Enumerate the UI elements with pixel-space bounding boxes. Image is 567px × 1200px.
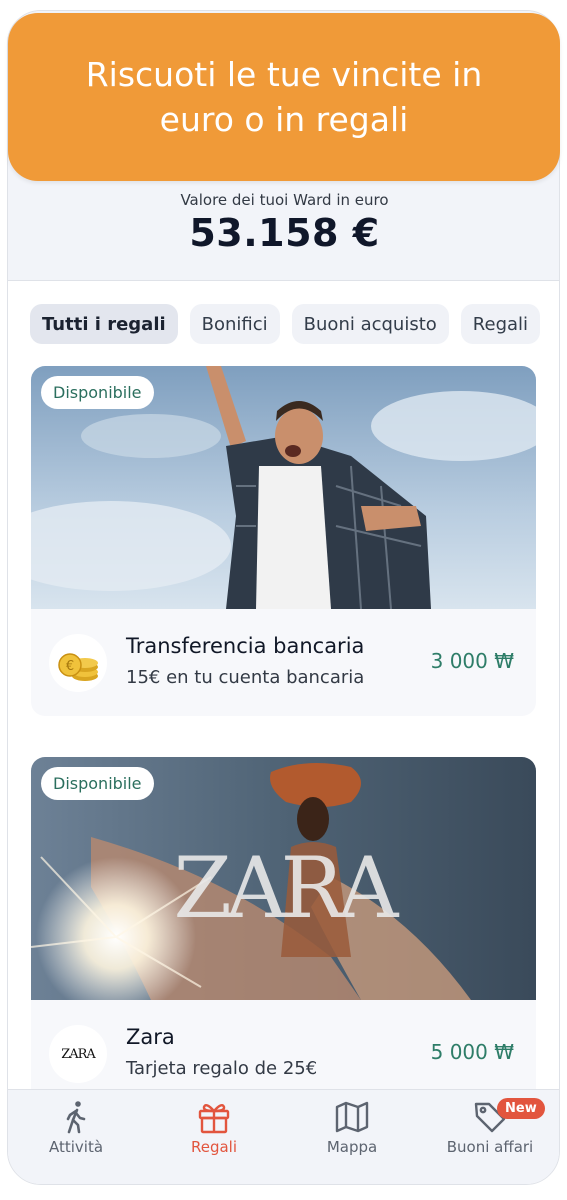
balance-value: 53.158 € — [189, 211, 380, 255]
zara-logo-small: ZARA — [61, 1046, 96, 1062]
coins-icon: € — [49, 634, 107, 692]
tab-regali[interactable]: Regali — [149, 1100, 279, 1156]
walking-person-icon — [66, 1101, 86, 1134]
zara-logo-text: ZARA — [174, 839, 400, 937]
gift-icon — [198, 1104, 230, 1134]
filter-chip-transfers[interactable]: Bonifici — [189, 304, 280, 344]
map-icon — [335, 1101, 369, 1133]
tab-attivita[interactable]: Attività — [11, 1100, 141, 1156]
filter-chip-all[interactable]: Tutti i regali — [30, 304, 178, 344]
tab-label: Attività — [48, 1138, 104, 1156]
reward-price: 5 000 ₩ — [430, 1040, 514, 1064]
tab-mappa[interactable]: Mappa — [287, 1100, 417, 1156]
new-badge: New — [497, 1098, 545, 1119]
app-screen: Valore dei tuoi Ward in euro 53.158 € Tu… — [7, 10, 560, 1185]
tab-label: Mappa — [326, 1138, 378, 1156]
availability-badge: Disponibile — [41, 376, 154, 409]
reward-price: 3 000 ₩ — [430, 649, 514, 673]
zara-logo-icon: ZARA — [49, 1025, 107, 1083]
reward-card-zara[interactable]: ZARA Disponibile ZARA Zara Tarjeta regal… — [31, 757, 536, 1107]
filter-chip-vouchers[interactable]: Buoni acquisto — [291, 304, 449, 344]
filter-chips: Tutti i regali Bonifici Buoni acquisto R… — [30, 304, 541, 344]
tab-label: Buoni affari — [446, 1138, 534, 1156]
bottom-tab-bar: Attività Regali Mappa New Buoni affari — [8, 1089, 559, 1184]
reward-title: Transferencia bancaria — [126, 634, 365, 658]
filter-chip-gifts[interactable]: Regali — [460, 304, 541, 344]
balance-label: Valore dei tuoi Ward in euro — [180, 191, 389, 209]
reward-title: Zara — [126, 1025, 175, 1049]
reward-subtitle: Tarjeta regalo de 25€ — [126, 1058, 318, 1079]
svg-text:€: € — [66, 659, 74, 674]
availability-badge: Disponibile — [41, 767, 154, 800]
reward-card-bank-transfer[interactable]: Disponibile € Transferencia bancaria 15€… — [31, 366, 536, 716]
promo-banner-text: Riscuoti le tue vincite in euro o in reg… — [85, 55, 483, 139]
reward-subtitle: 15€ en tu cuenta bancaria — [126, 667, 365, 688]
tab-buoni-affari[interactable]: New Buoni affari — [425, 1098, 555, 1156]
tab-label: Regali — [190, 1138, 238, 1156]
promo-banner: Riscuoti le tue vincite in euro o in reg… — [8, 13, 560, 181]
